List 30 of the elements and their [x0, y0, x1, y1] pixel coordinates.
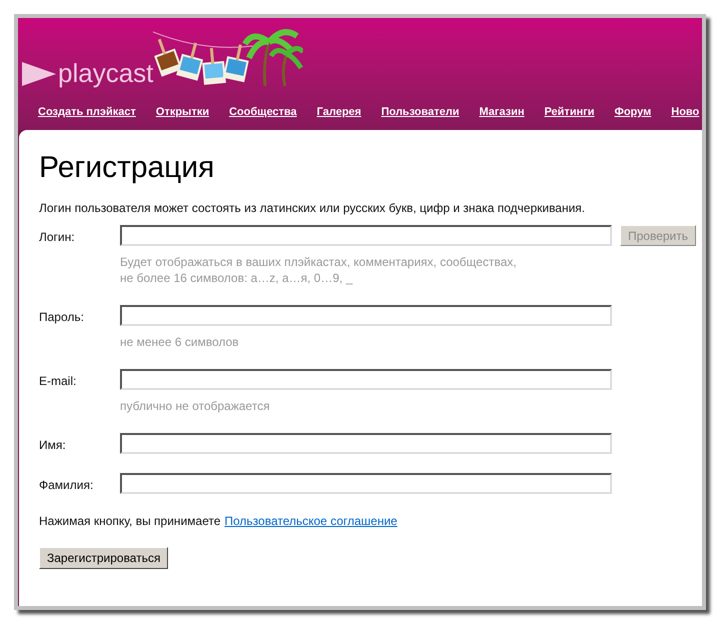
nav-link[interactable]: Ново [671, 104, 700, 120]
nav-link[interactable]: Сообщества [229, 104, 297, 120]
text-field[interactable] [120, 369, 612, 390]
text-field[interactable] [120, 305, 612, 326]
page-title: Регистрация [39, 150, 216, 186]
intro-text: Логин пользователя может состоять из латинских или русских букв, цифр и знака подчеркивания. [39, 200, 586, 216]
agreement-text: Нажимая кнопку, вы принимаете [39, 513, 220, 530]
text-field[interactable] [120, 433, 612, 454]
field-label: E-mail: [39, 373, 78, 390]
hint-text: Будет отображаться в ваших плэйкастах, комментариях, сообществах, [120, 254, 518, 270]
field-label: Пароль: [39, 309, 85, 326]
play-triangle-icon [22, 62, 56, 86]
text-field[interactable] [120, 473, 612, 494]
hint-text: публично не отображается [120, 398, 271, 414]
text-field[interactable] [120, 225, 612, 246]
agreement-link[interactable]: Пользовательское соглашение [224, 512, 398, 530]
nav-link[interactable]: Пользователи [381, 104, 460, 120]
nav-link[interactable]: Форум [614, 104, 652, 120]
hint-text: не более 16 символов: a…z, а…я, 0…9, _ [120, 270, 354, 286]
logo-text: playcast [58, 60, 154, 86]
nav-link[interactable]: Рейтинги [544, 104, 594, 120]
register-button[interactable]: Зарегистрироваться [39, 547, 168, 569]
nav-link[interactable]: Открытки [156, 104, 210, 120]
hint-text: не менее 6 символов [120, 334, 240, 350]
field-label: Имя: [39, 437, 67, 454]
field-label: Фамилия: [39, 477, 94, 494]
nav-link[interactable]: Магазин [479, 104, 524, 120]
nav-link[interactable]: Галерея [316, 104, 362, 120]
nav-link[interactable]: Создать плэйкаст [38, 104, 136, 120]
field-label: Логин: [39, 229, 76, 246]
